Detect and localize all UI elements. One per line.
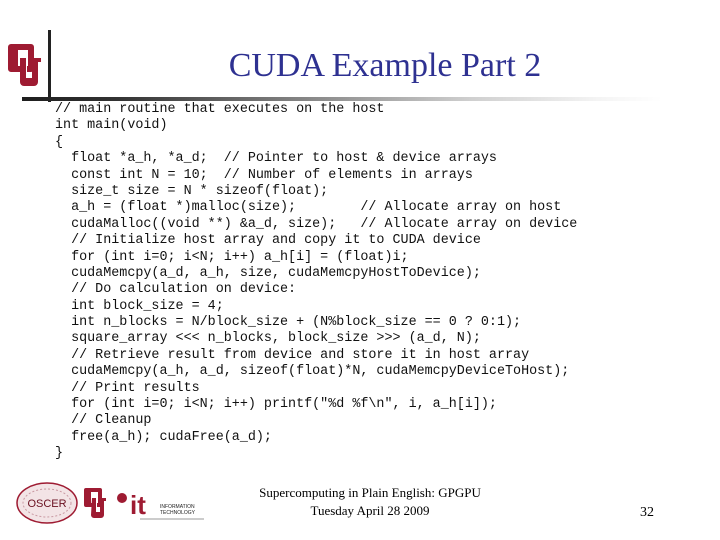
- code-line: for (int i=0; i<N; i++) a_h[i] = (float)…: [55, 249, 409, 265]
- code-line: size_t size = N * sizeof(float);: [55, 183, 329, 199]
- footer-logos: OSCER it INFORMATION TECHNOLOGY: [16, 482, 204, 524]
- code-line: // Cleanup: [55, 413, 152, 429]
- footer-date: Tuesday April 28 2009: [310, 503, 430, 518]
- code-line: free(a_h); cudaFree(a_d);: [55, 429, 272, 445]
- header-horizontal-rule: [22, 97, 662, 101]
- code-line: cudaMemcpy(a_h, a_d, sizeof(float)*N, cu…: [55, 364, 570, 380]
- oscer-logo-text: OSCER: [27, 498, 66, 510]
- code-line: // Initialize host array and copy it to …: [55, 233, 481, 249]
- ou-small-logo-icon: [84, 488, 106, 518]
- footer-course-title: Supercomputing in Plain English: GPGPU: [259, 485, 481, 500]
- code-line: float *a_h, *a_d; // Pointer to host & d…: [55, 151, 497, 167]
- code-line: cudaMemcpy(a_d, a_h, size, cudaMemcpyHos…: [55, 265, 481, 281]
- code-line: square_array <<< n_blocks, block_size >>…: [55, 331, 481, 347]
- footer-text: Supercomputing in Plain English: GPGPU T…: [240, 484, 500, 520]
- code-line: const int N = 10; // Number of elements …: [55, 167, 473, 183]
- code-block: // main routine that executes on the hos…: [55, 102, 577, 463]
- code-line: int n_blocks = N/block_size + (N%block_s…: [55, 315, 522, 331]
- it-logo-text: it: [130, 490, 146, 520]
- code-line: a_h = (float *)malloc(size); // Allocate…: [55, 200, 562, 216]
- it-logo-subtext-2: TECHNOLOGY: [160, 510, 196, 516]
- code-line: // Retrieve result from device and store…: [55, 347, 530, 363]
- code-line: {: [55, 134, 64, 150]
- slide-title: CUDA Example Part 2: [228, 47, 542, 84]
- code-line: int main(void): [55, 118, 168, 134]
- oscer-logo-icon: OSCER: [16, 482, 78, 524]
- it-logo-icon: it INFORMATION TECHNOLOGY: [117, 490, 204, 520]
- ou-logo-icon: [8, 44, 41, 86]
- code-line: // Do calculation on device:: [55, 282, 297, 298]
- code-line: // Print results: [55, 380, 200, 396]
- code-line: int block_size = 4;: [55, 298, 224, 314]
- page-number: 32: [640, 505, 654, 520]
- header-vertical-rule: [48, 30, 51, 102]
- code-line: for (int i=0; i<N; i++) printf("%d %f\n"…: [55, 397, 497, 413]
- code-line: // main routine that executes on the hos…: [55, 102, 385, 117]
- code-line: cudaMalloc((void **) &a_d, size); // All…: [55, 216, 578, 232]
- code-line: }: [55, 446, 64, 462]
